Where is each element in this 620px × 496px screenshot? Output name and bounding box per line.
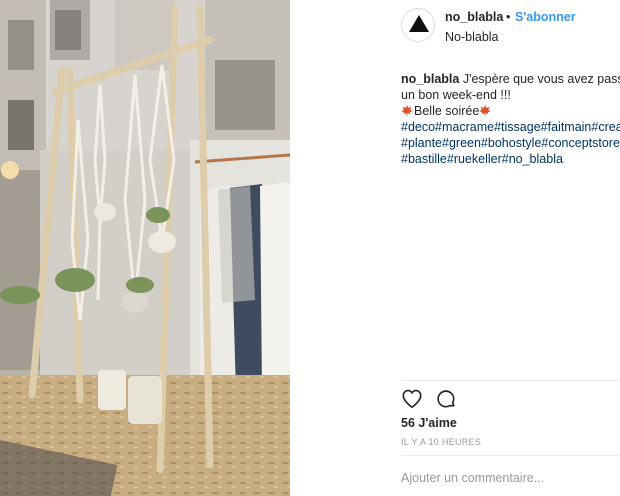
shop-window-image — [0, 0, 290, 496]
caption-line-3: Belle soirée — [401, 103, 620, 119]
caption-line-2: un bon week-end !!! — [401, 88, 511, 102]
hashtags-line-1[interactable]: #deco#macrame#tissage#faitmain#creation — [401, 119, 620, 135]
post-username[interactable]: no_blabla — [445, 10, 503, 24]
avatar-logo — [402, 9, 434, 41]
hashtags-line-2[interactable]: #plante#green#bohostyle#conceptstore#par… — [401, 135, 620, 151]
maple-leaf-icon — [479, 105, 492, 116]
caption-username[interactable]: no_blabla — [401, 72, 459, 86]
actions-divider — [401, 380, 620, 381]
heart-icon[interactable] — [401, 388, 423, 410]
comment-divider — [401, 455, 620, 456]
post-location[interactable]: No-blabla — [445, 30, 499, 44]
comment-input[interactable] — [401, 469, 611, 487]
post-timestamp[interactable]: IL Y A 10 HEURES — [401, 437, 481, 447]
comment-icon[interactable] — [435, 388, 457, 410]
maple-leaf-icon — [401, 105, 413, 116]
follow-button[interactable]: S'abonner — [515, 10, 576, 24]
caption-belle-soiree: Belle soirée — [414, 104, 480, 118]
caption-text: J'espère que vous avez passé — [462, 72, 620, 86]
post-header: no_blabla • S'abonner No-blabla — [290, 0, 620, 60]
post-caption: no_blabla J'espère que vous avez passé u… — [401, 71, 620, 167]
hashtags-line-3[interactable]: #bastille#ruekeller#no_blabla — [401, 151, 620, 167]
caption-line-1: no_blabla J'espère que vous avez passé — [401, 71, 620, 87]
separator-dot: • — [506, 10, 511, 24]
post-details-panel: no_blabla • S'abonner No-blabla no_blabl… — [290, 0, 620, 496]
likes-count[interactable]: 56 J'aime — [401, 416, 457, 430]
post-photo[interactable] — [0, 0, 290, 496]
avatar[interactable] — [401, 8, 435, 42]
